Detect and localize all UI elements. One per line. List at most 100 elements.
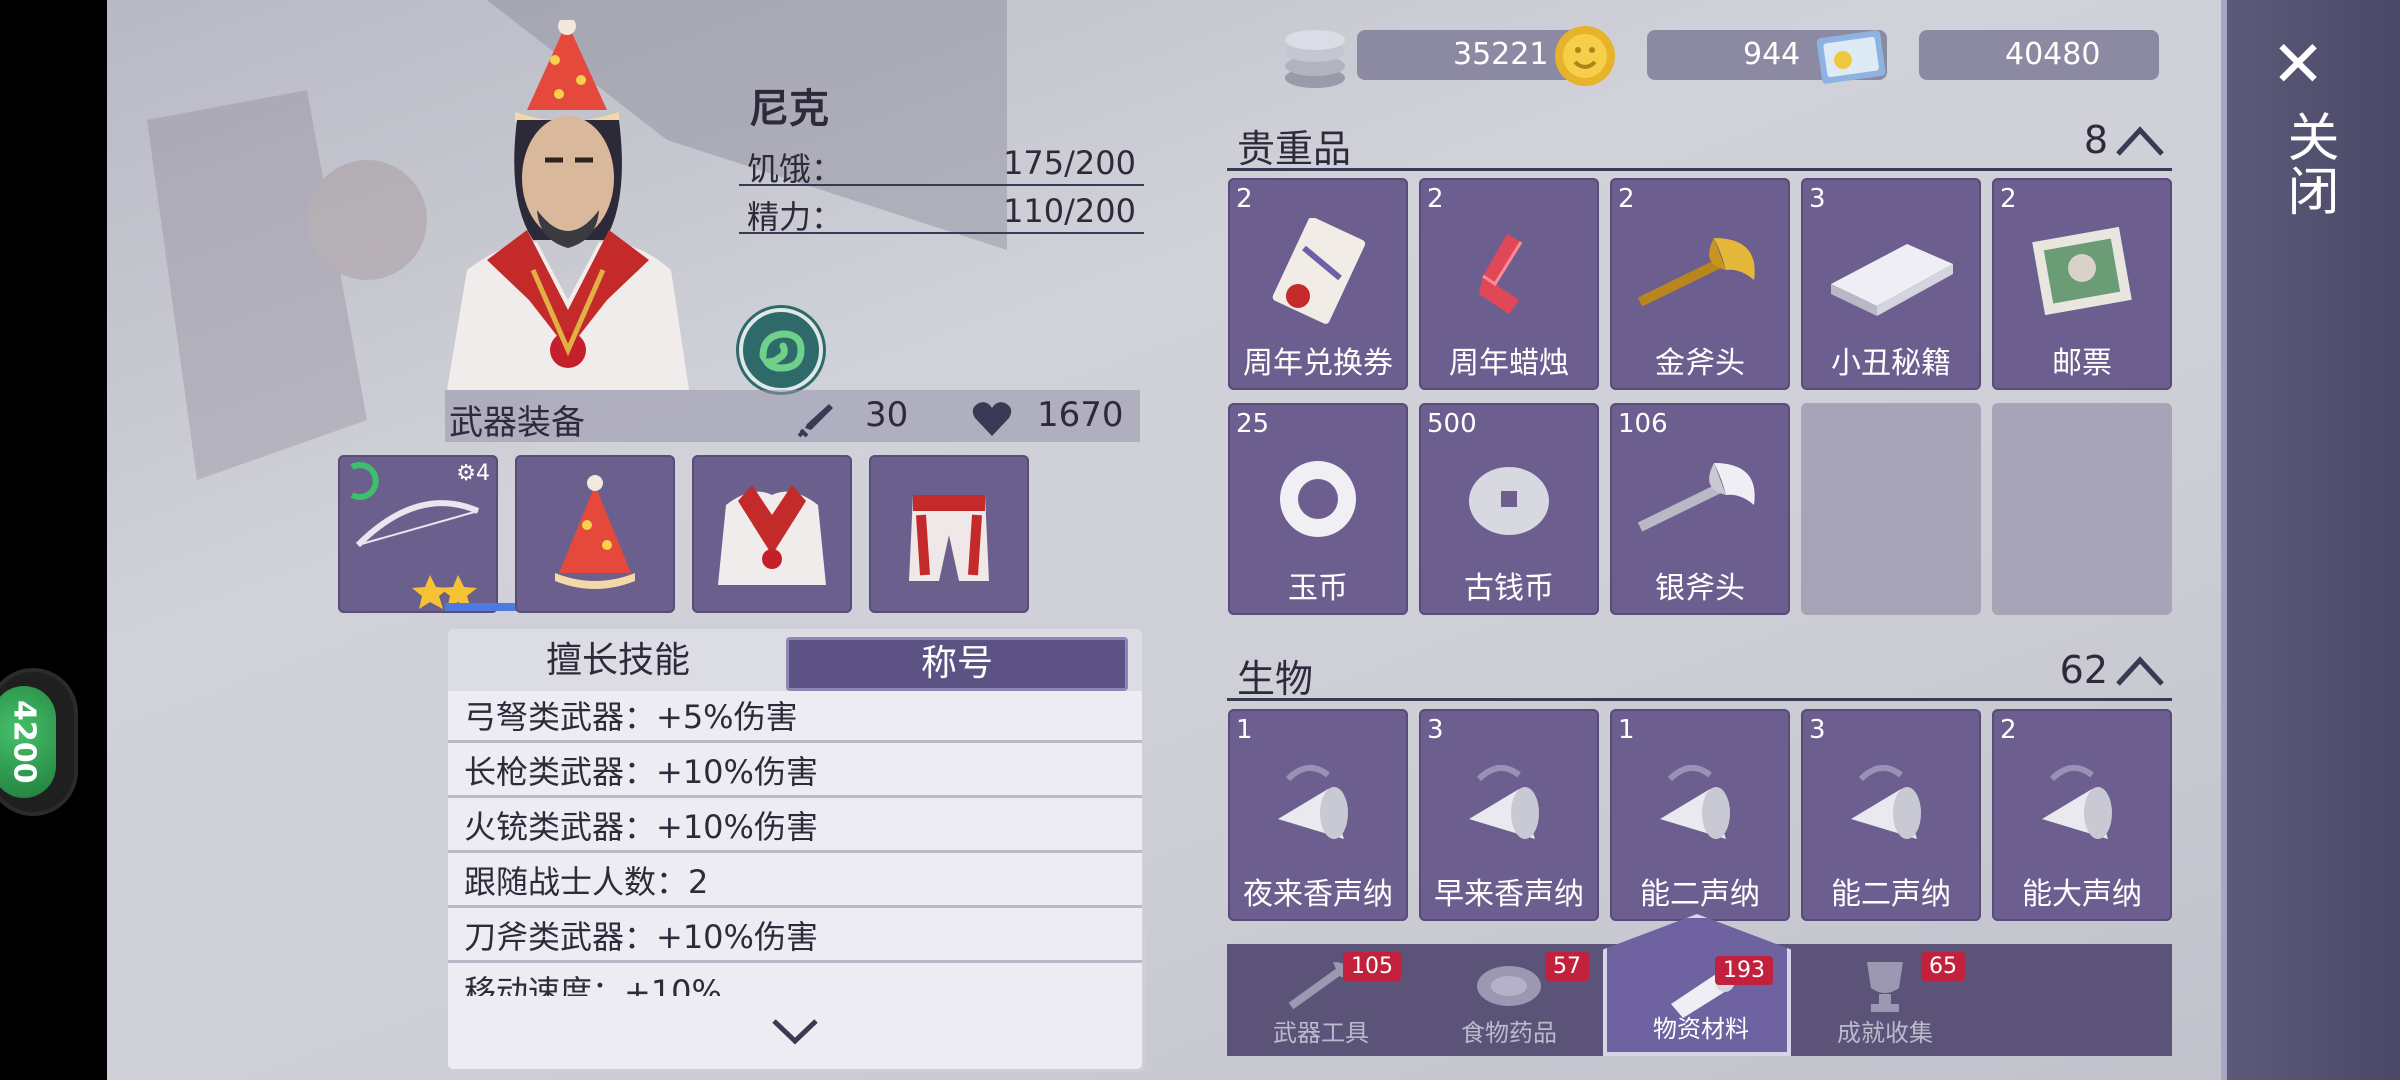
- stomach-icon[interactable]: [739, 308, 823, 392]
- chevron-up-icon[interactable]: [2114, 654, 2166, 688]
- weapon-level-value: 4: [476, 461, 490, 486]
- hunger-label: 饥饿：: [747, 150, 844, 188]
- item-ancient-coin[interactable]: 500 古钱币: [1419, 403, 1599, 615]
- jade-ring-icon: [1280, 461, 1356, 537]
- badge-count: 193: [1715, 956, 1773, 985]
- close-panel[interactable]: ✕ 关闭: [2221, 0, 2400, 1080]
- tab-achievements[interactable]: 65 成就收集: [1791, 944, 1979, 1056]
- item-qty: 3: [1809, 715, 1826, 745]
- item-sonar-5[interactable]: 2 能大声纳: [1992, 709, 2172, 921]
- empty-item-slot: [1992, 403, 2172, 615]
- hunger-stat: 饥饿： 175/200: [739, 142, 1144, 188]
- valuables-header[interactable]: 贵重品 8: [1227, 116, 2172, 171]
- tab-weapons-tools[interactable]: 105 武器工具: [1227, 944, 1415, 1056]
- close-label[interactable]: 关闭: [2271, 110, 2346, 218]
- item-name: 周年兑换券: [1243, 346, 1393, 381]
- item-silver-axe[interactable]: 106 银斧头: [1610, 403, 1790, 615]
- item-name: 银斧头: [1655, 571, 1745, 606]
- sonar-icon: [1469, 765, 1539, 839]
- side-badge[interactable]: 4200: [0, 668, 78, 816]
- item-name: 能大声纳: [2022, 877, 2142, 912]
- tab-food-medicine[interactable]: 57 食物药品: [1415, 944, 1603, 1056]
- skills-tabs: 擅长技能 称号: [448, 629, 1142, 691]
- item-sonar-2[interactable]: 3 早来香声纳: [1419, 709, 1599, 921]
- item-qty: 2: [1618, 184, 1635, 214]
- item-name: 能二声纳: [1831, 877, 1951, 912]
- tab-label: 成就收集: [1837, 1019, 1933, 1047]
- item-name: 金斧头: [1655, 346, 1745, 381]
- trophy-icon: [1867, 962, 1903, 1012]
- item-qty: 2: [1236, 184, 1253, 214]
- silver-value: 35221: [1453, 37, 1549, 72]
- item-qty: 2: [2000, 184, 2017, 214]
- category-tabs: 105 武器工具 57 食物药品 193 物资材料 65 成就收集: [1227, 914, 2172, 1056]
- creatures-header[interactable]: 生物 62: [1227, 646, 2172, 701]
- skill-row: 弓弩类武器：+5%伤害: [448, 691, 1142, 743]
- chevron-up-icon[interactable]: [2114, 124, 2166, 158]
- creatures-title: 生物: [1237, 657, 1314, 701]
- item-sonar-1[interactable]: 1 夜来香声纳: [1228, 709, 1408, 921]
- equipment-bar: 武器装备 30 1670: [445, 390, 1140, 443]
- close-icon[interactable]: ✕: [2269, 33, 2327, 97]
- sonar-icon: [1278, 765, 1348, 839]
- character-portrait: [447, 20, 689, 390]
- energy-stat: 精力： 110/200: [739, 190, 1144, 236]
- skill-row: 长枪类武器：+10%伤害: [448, 746, 1142, 798]
- ticket-value: 40480: [2005, 37, 2101, 72]
- item-clown-book[interactable]: 3 小丑秘籍: [1801, 178, 1981, 390]
- badge-count: 57: [1545, 952, 1589, 981]
- tab-label: 物资材料: [1653, 1015, 1749, 1043]
- item-name: 夜来香声纳: [1243, 877, 1393, 912]
- voucher-icon: [1272, 218, 1366, 324]
- skill-row: 跟随战士人数：2: [448, 856, 1142, 908]
- chevron-down-icon[interactable]: [768, 1011, 822, 1051]
- item-jade-coin[interactable]: 25 玉币: [1228, 403, 1408, 615]
- equipment-title: 武器装备: [449, 403, 585, 443]
- tab-titles[interactable]: 称号: [786, 637, 1128, 691]
- item-qty: 1: [1618, 715, 1635, 745]
- tab-label: 食物药品: [1461, 1019, 1557, 1047]
- sword-icon: [797, 404, 833, 438]
- sonar-icon: [1660, 765, 1730, 839]
- hunger-value: 175/200: [1003, 144, 1136, 182]
- book-icon: [1831, 244, 1953, 316]
- valuables-count: 8: [2083, 118, 2108, 162]
- side-badge-value: 4200: [0, 686, 56, 798]
- creatures-count: 62: [2059, 648, 2108, 692]
- item-sonar-4[interactable]: 3 能二声纳: [1801, 709, 1981, 921]
- sonar-icon: [2042, 765, 2112, 839]
- meat-icon: [1477, 966, 1541, 1006]
- energy-value: 110/200: [1003, 192, 1136, 230]
- hat-slot[interactable]: [515, 455, 675, 613]
- item-qty: 2: [1427, 184, 1444, 214]
- tab-materials[interactable]: 193 物资材料: [1603, 914, 1791, 1056]
- item-gold-axe[interactable]: 2 金斧头: [1610, 178, 1790, 390]
- item-name: 玉币: [1288, 571, 1348, 606]
- gold-value: 944: [1743, 37, 1801, 72]
- silver-coins-icon: [1285, 30, 1345, 88]
- item-qty: 500: [1427, 409, 1477, 439]
- pants-slot[interactable]: [869, 455, 1029, 613]
- tab-skills[interactable]: 擅长技能: [448, 637, 788, 685]
- health-value: 1670: [1037, 395, 1124, 435]
- item-name: 小丑秘籍: [1831, 346, 1951, 381]
- armor-slot[interactable]: [692, 455, 852, 613]
- weapon-slot[interactable]: ⚙4: [338, 455, 498, 613]
- sonar-icon: [1851, 765, 1921, 839]
- ancient-coin-icon: [1469, 467, 1549, 535]
- item-stamp[interactable]: 2 邮票: [1992, 178, 2172, 390]
- stamp-icon: [2032, 226, 2132, 316]
- item-anniversary-voucher[interactable]: 2 周年兑换券: [1228, 178, 1408, 390]
- item-qty: 25: [1236, 409, 1270, 439]
- item-anniversary-candle[interactable]: 2 周年蜡烛: [1419, 178, 1599, 390]
- gold-coin-icon: [1555, 26, 1615, 86]
- item-qty: 2: [2000, 715, 2017, 745]
- item-name: 古钱币: [1464, 571, 1554, 606]
- skill-row: 火铳类武器：+10%伤害: [448, 801, 1142, 853]
- tab-label: 武器工具: [1273, 1019, 1369, 1047]
- item-name: 周年蜡烛: [1449, 346, 1569, 381]
- item-sonar-3[interactable]: 1 能二声纳: [1610, 709, 1790, 921]
- item-name: 早来香声纳: [1434, 877, 1584, 912]
- skills-panel: 擅长技能 称号 弓弩类武器：+5%伤害 长枪类武器：+10%伤害 火铳类武器：+…: [445, 626, 1145, 1072]
- badge-count: 65: [1921, 952, 1965, 981]
